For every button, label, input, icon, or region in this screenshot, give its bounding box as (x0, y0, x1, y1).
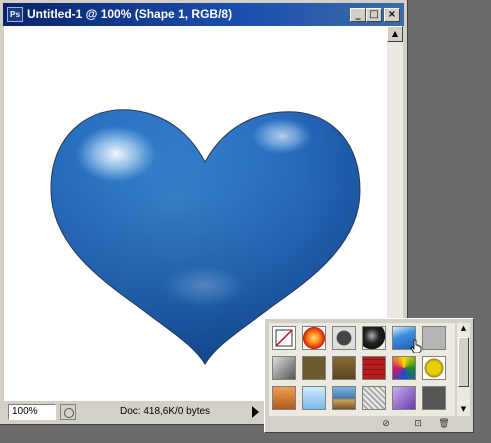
style-swatch-grid (269, 323, 455, 416)
close-button[interactable]: × (384, 8, 400, 22)
swatch-dark-gray[interactable] (422, 386, 446, 410)
swatch-silver-texture[interactable] (362, 386, 386, 410)
palette-scroll-up-icon[interactable]: ▲ (457, 323, 470, 335)
window-title: Untitled-1 @ 100% (Shape 1, RGB/8) (27, 7, 233, 21)
swatch-copper-gradient[interactable] (272, 386, 296, 410)
swatch-light-blue-glass[interactable] (302, 386, 326, 410)
palette-scroll-down-icon[interactable]: ▼ (457, 404, 470, 416)
styles-palette: ▲ ▼ ⊘ ⊡ 🗑 (264, 318, 474, 433)
palette-scrollbar[interactable]: ▲ ▼ (457, 323, 470, 416)
swatch-gray-flat[interactable] (422, 326, 446, 350)
swatch-black-button[interactable] (362, 326, 386, 350)
swatch-multicolor[interactable] (392, 356, 416, 380)
palette-scroll-thumb[interactable] (458, 337, 469, 387)
workspace: Ps Untitled-1 @ 100% (Shape 1, RGB/8) _ … (0, 0, 491, 443)
hand-cursor-icon (410, 339, 422, 353)
title-bar[interactable]: Ps Untitled-1 @ 100% (Shape 1, RGB/8) _ … (3, 3, 404, 26)
swatch-bronze-bevel[interactable] (332, 356, 356, 380)
delete-style-icon[interactable]: 🗑 (437, 418, 451, 430)
scroll-up-button[interactable]: ▲ (387, 26, 403, 42)
photoshop-icon: Ps (7, 7, 23, 22)
maximize-button[interactable]: □ (366, 8, 382, 22)
new-style-icon[interactable]: ⊡ (411, 418, 425, 430)
heart-highlight-right (252, 118, 312, 154)
document-info: Doc: 418,6K/0 bytes (120, 406, 211, 417)
swatch-no-style[interactable] (272, 326, 296, 350)
swatch-red-brick[interactable] (362, 356, 386, 380)
heart-reflection (164, 266, 244, 306)
swatch-gold-frame[interactable] (422, 356, 446, 380)
status-info-icon[interactable] (60, 404, 76, 420)
clear-style-icon[interactable]: ⊘ (379, 418, 393, 430)
palette-footer: ⊘ ⊡ 🗑 (265, 417, 473, 432)
status-menu-arrow-icon[interactable] (252, 406, 259, 418)
heart-highlight-left (76, 126, 156, 182)
minimize-button[interactable]: _ (350, 8, 366, 22)
swatch-orange-glow[interactable] (302, 326, 326, 350)
swatch-metal-gradient[interactable] (272, 356, 296, 380)
swatch-olive-bevel[interactable] (302, 356, 326, 380)
swatch-purple-bevel[interactable] (392, 386, 416, 410)
swatch-gray-bevel[interactable] (332, 326, 356, 350)
zoom-field[interactable]: 100% (8, 404, 56, 420)
swatch-sky-photo[interactable] (332, 386, 356, 410)
